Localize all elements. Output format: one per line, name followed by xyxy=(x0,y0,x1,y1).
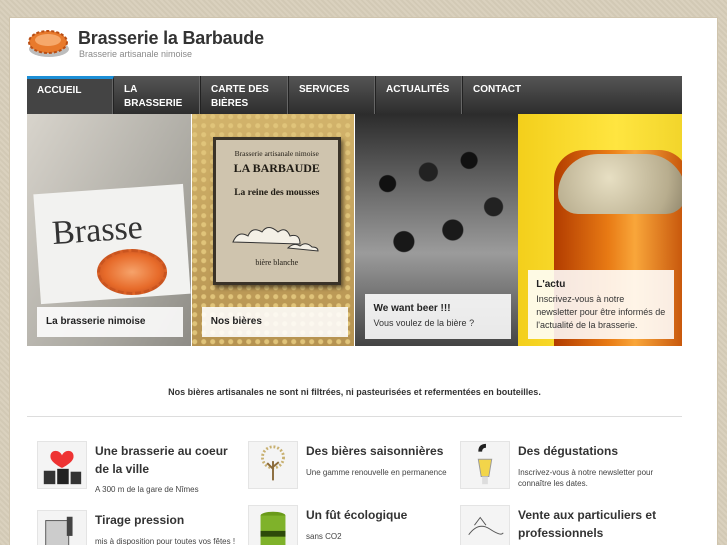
want-beer-title: We want beer !!! xyxy=(373,303,451,314)
feature-desc: mis à disposition pour toutes vos fêtes … xyxy=(95,537,236,545)
jar-lid-image xyxy=(558,154,682,214)
feature-bieres-saisonnieres[interactable]: Des bières saisonnières Une gamme renouv… xyxy=(248,439,453,495)
feature-title: Un fût écologique xyxy=(306,508,408,522)
feature-desc: A 300 m de la gare de Nîmes xyxy=(95,485,199,494)
feature-degustations[interactable]: Des dégustations Inscrivez-vous à notre … xyxy=(460,439,665,495)
want-beer-text: Vous voulez de la bière ? xyxy=(373,318,475,328)
feature-desc: sans CO2 xyxy=(306,532,342,541)
site-subtitle: Brasserie artisanale nimoise xyxy=(79,49,193,59)
tap-thumbnail xyxy=(37,510,87,545)
beer-glass-thumbnail xyxy=(460,441,510,489)
actu-text: Inscrivez-vous à notre newsletter pour ê… xyxy=(536,294,666,330)
nav-item-actualites[interactable]: ACTUALITÉS xyxy=(376,76,463,114)
feature-title: Des bières saisonnières xyxy=(306,444,444,458)
nav-item-contact[interactable]: CONTACT xyxy=(463,76,682,114)
beer-label-image: Brasserie artisanale nimoise LA BARBAUDE… xyxy=(212,137,341,285)
hero-caption-actu[interactable]: L'actu Inscrivez-vous à notre newsletter… xyxy=(528,270,675,339)
label-line-4: bière blanche xyxy=(255,258,299,267)
feature-title: Une brasserie au coeur de la ville xyxy=(95,444,228,476)
bottle-cap-logo[interactable] xyxy=(27,25,71,61)
hero-caption-want-beer[interactable]: We want beer !!! Vous voulez de la bière… xyxy=(364,294,511,339)
feature-fut-ecologique[interactable]: Un fût écologique sans CO2 xyxy=(248,503,453,545)
hero-panel-bieres[interactable]: Brasserie artisanale nimoise LA BARBAUDE… xyxy=(190,114,355,346)
hero-panel-brasserie[interactable]: Brasse La brasserie nimoise xyxy=(27,114,191,346)
keg-thumbnail xyxy=(248,505,298,545)
label-line-1: Brasserie artisanale nimoise xyxy=(234,149,319,158)
main-nav: ACCUEIL LA BRASSERIE CARTE DES BIÈRES SE… xyxy=(27,76,682,114)
feature-tirage-pression[interactable]: Tirage pression mis à disposition pour t… xyxy=(37,508,242,545)
hero-panel-want-beer[interactable]: We want beer !!! Vous voulez de la bière… xyxy=(354,114,519,346)
feature-title: Vente aux particuliers et professionnels xyxy=(518,508,657,540)
label-line-3: La reine des mousses xyxy=(234,188,320,198)
nav-item-accueil[interactable]: ACCUEIL xyxy=(27,76,114,114)
feature-title: Tirage pression xyxy=(95,513,185,527)
nav-item-la-brasserie[interactable]: LA BRASSERIE xyxy=(114,76,201,114)
clouds-drawing xyxy=(232,227,319,252)
feature-title: Des dégustations xyxy=(518,444,619,458)
site-title[interactable]: Brasserie la Barbaude xyxy=(78,28,264,49)
feature-vente[interactable]: Vente aux particuliers et professionnels xyxy=(460,503,665,545)
hero-caption-brasserie[interactable]: La brasserie nimoise xyxy=(37,307,183,337)
hero-panel-actu[interactable]: L'actu Inscrivez-vous à notre newsletter… xyxy=(518,114,682,346)
divider xyxy=(27,416,682,417)
tagline: Nos bières artisanales ne sont ni filtré… xyxy=(168,387,541,397)
nav-item-services[interactable]: SERVICES xyxy=(289,76,376,114)
heart-houses-thumbnail xyxy=(37,441,87,489)
actu-title: L'actu xyxy=(536,279,566,290)
hero-caption-bieres[interactable]: Nos bières xyxy=(201,307,348,337)
label-line-2: LA BARBAUDE xyxy=(233,161,320,175)
bottle-cap-image xyxy=(97,249,167,295)
feature-desc: Une gamme renouvelle en permanence xyxy=(306,468,447,477)
sketch-thumbnail xyxy=(460,505,510,545)
hero-slider: Brasse La brasserie nimoise Brasserie ar… xyxy=(27,114,682,346)
feature-desc: Inscrivez-vous à notre newsletter pour c… xyxy=(518,468,654,488)
tree-thumbnail xyxy=(248,441,298,489)
nav-item-carte-des-bieres[interactable]: CARTE DES BIÈRES xyxy=(201,76,289,114)
feature-brasserie-ville[interactable]: Une brasserie au coeur de la ville A 300… xyxy=(37,439,242,495)
